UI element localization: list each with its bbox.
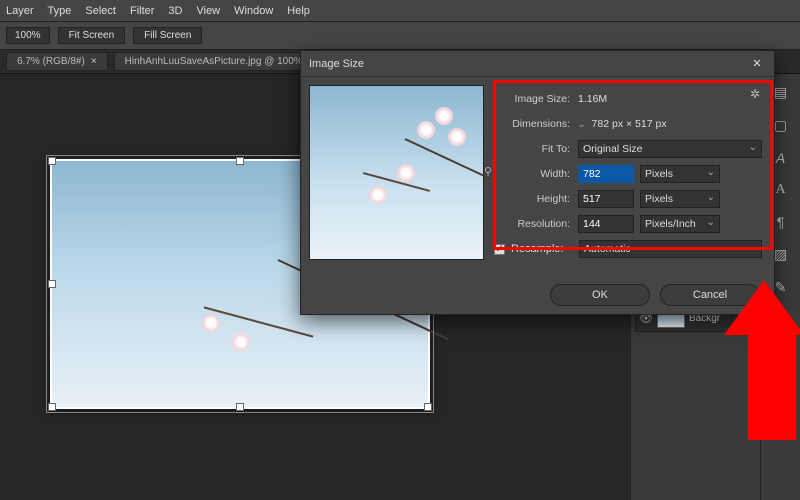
- menu-select[interactable]: Select: [85, 5, 116, 17]
- swatches-icon[interactable]: ▨: [774, 246, 787, 263]
- menu-window[interactable]: Window: [234, 5, 273, 17]
- dialog-titlebar[interactable]: Image Size ✕: [301, 51, 774, 77]
- menu-type[interactable]: Type: [48, 5, 72, 17]
- menu-help[interactable]: Help: [287, 5, 310, 17]
- chevron-down-icon[interactable]: ⌄: [578, 119, 586, 130]
- transform-handle[interactable]: [48, 403, 56, 411]
- resolution-input[interactable]: [578, 215, 634, 233]
- dimensions-label: Dimensions:: [494, 118, 572, 130]
- image-preview: [309, 85, 484, 260]
- crop-tool-icon[interactable]: ▢: [774, 117, 787, 134]
- width-input[interactable]: [578, 165, 634, 183]
- constrain-link-icon[interactable]: ⚲: [482, 165, 494, 178]
- dialog-controls: ✲ Image Size: 1.16M Dimensions: ⌄ 782 px…: [492, 85, 766, 269]
- width-unit-dropdown[interactable]: Pixels: [640, 165, 720, 183]
- annotation-arrow: [748, 330, 796, 440]
- annotation-arrow-head: [724, 280, 800, 335]
- fit-to-dropdown[interactable]: Original Size: [578, 140, 762, 158]
- gear-icon[interactable]: ✲: [750, 87, 760, 101]
- resolution-label: Resolution:: [494, 218, 572, 230]
- resample-checkbox[interactable]: [494, 244, 505, 255]
- height-unit-dropdown[interactable]: Pixels: [640, 190, 720, 208]
- menu-view[interactable]: View: [196, 5, 220, 17]
- close-icon[interactable]: ✕: [748, 55, 766, 73]
- glyphs-icon[interactable]: A: [776, 150, 785, 166]
- height-input[interactable]: [578, 190, 634, 208]
- transform-handle[interactable]: [48, 280, 56, 288]
- menu-3d[interactable]: 3D: [168, 5, 182, 17]
- image-size-dialog: Image Size ✕ ✲ Image Size: 1.16M Dimensi…: [300, 50, 775, 315]
- fit-to-label: Fit To:: [494, 143, 572, 155]
- character-icon[interactable]: A: [775, 182, 785, 198]
- menu-bar: Layer Type Select Filter 3D View Window …: [0, 0, 800, 22]
- ok-button[interactable]: OK: [550, 284, 650, 306]
- transform-handle[interactable]: [48, 157, 56, 165]
- menu-layer[interactable]: Layer: [6, 5, 34, 17]
- document-tab-1[interactable]: 6.7% (RGB/8#) ×: [6, 52, 108, 71]
- dimensions-value: 782 px × 517 px: [592, 118, 762, 130]
- transform-handle[interactable]: [236, 157, 244, 165]
- fill-screen-button[interactable]: Fill Screen: [133, 27, 202, 44]
- paragraph-icon[interactable]: ¶: [777, 214, 785, 230]
- image-size-value: 1.16M: [578, 93, 762, 105]
- height-label: Height:: [494, 193, 572, 205]
- zoom-field[interactable]: 100%: [6, 27, 50, 44]
- menu-filter[interactable]: Filter: [130, 5, 154, 17]
- resample-label: Resample:: [511, 243, 573, 255]
- dialog-title: Image Size: [309, 58, 364, 70]
- tab-label: 6.7% (RGB/8#): [17, 56, 85, 67]
- fit-screen-button[interactable]: Fit Screen: [58, 27, 126, 44]
- transform-handle[interactable]: [424, 403, 432, 411]
- options-bar: 100% Fit Screen Fill Screen: [0, 22, 800, 50]
- dialog-footer: OK Cancel: [301, 277, 774, 313]
- width-label: Width:: [494, 168, 572, 180]
- libraries-icon[interactable]: ▤: [774, 84, 787, 101]
- resolution-unit-dropdown[interactable]: Pixels/Inch: [640, 215, 720, 233]
- image-size-label: Image Size:: [494, 93, 572, 105]
- transform-handle[interactable]: [236, 403, 244, 411]
- close-icon[interactable]: ×: [91, 56, 97, 67]
- resample-dropdown[interactable]: Automatic: [579, 240, 762, 258]
